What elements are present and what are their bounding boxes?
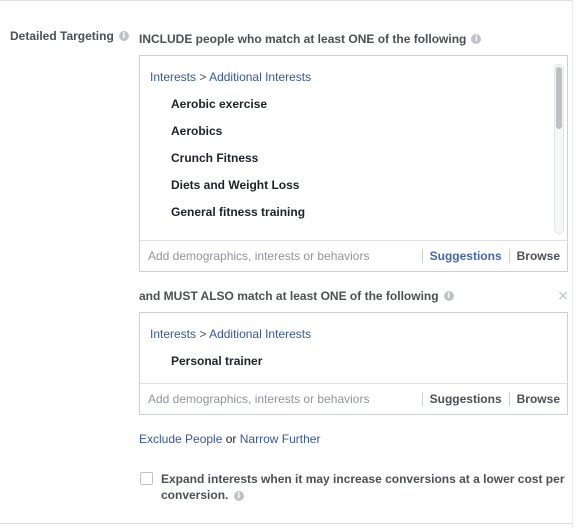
footer-links: Exclude People or Narrow Further: [139, 432, 320, 446]
list-item[interactable]: Aerobic exercise: [171, 97, 267, 111]
detailed-targeting-label: Detailed Targeting i: [10, 29, 129, 43]
include-search-input[interactable]: [140, 242, 422, 270]
include-breadcrumb: Interests > Additional Interests: [150, 70, 311, 84]
list-item[interactable]: Personal trainer: [171, 354, 262, 368]
suggestions-button[interactable]: Suggestions: [423, 392, 509, 406]
narrow-targeting-box: Interests > Additional Interests Persona…: [139, 312, 568, 415]
breadcrumb-interests-link[interactable]: Interests: [150, 70, 196, 84]
expand-interests-text: Expand interests when it may increase co…: [161, 472, 565, 502]
breadcrumb-interests-link[interactable]: Interests: [150, 327, 196, 341]
right-divider: [572, 0, 573, 528]
list-item[interactable]: General fitness training: [171, 205, 305, 219]
list-item[interactable]: Crunch Fitness: [171, 151, 258, 165]
close-icon[interactable]: ×: [556, 289, 570, 303]
info-icon[interactable]: i: [471, 34, 482, 44]
narrow-search-row: Suggestions Browse: [140, 383, 567, 414]
bottom-divider: [0, 523, 572, 524]
list-item[interactable]: Diets and Weight Loss: [171, 178, 299, 192]
expand-interests-checkbox[interactable]: [140, 472, 153, 485]
info-icon[interactable]: i: [443, 291, 454, 301]
or-text: or: [225, 432, 237, 446]
list-item[interactable]: Aerobics: [171, 124, 222, 138]
include-targeting-box: Interests > Additional Interests Aerobic…: [139, 55, 568, 272]
narrow-further-link[interactable]: Narrow Further: [240, 432, 321, 446]
scrollbar-thumb[interactable]: [556, 67, 562, 129]
breadcrumb-separator: >: [199, 327, 207, 341]
breadcrumb-separator: >: [199, 70, 207, 84]
include-search-row: Suggestions Browse: [140, 240, 567, 271]
include-heading: INCLUDE people who match at least ONE of…: [139, 32, 482, 46]
browse-button[interactable]: Browse: [510, 249, 567, 263]
breadcrumb-additional-interests-link[interactable]: Additional Interests: [209, 327, 311, 341]
scrollbar[interactable]: [554, 64, 564, 234]
breadcrumb-additional-interests-link[interactable]: Additional Interests: [209, 70, 311, 84]
narrow-search-input[interactable]: [140, 385, 422, 413]
exclude-people-link[interactable]: Exclude People: [139, 432, 222, 446]
narrow-breadcrumb: Interests > Additional Interests: [150, 327, 311, 341]
top-divider: [0, 0, 572, 1]
include-interest-list: Interests > Additional Interests Aerobic…: [140, 56, 567, 241]
narrow-heading: and MUST ALSO match at least ONE of the …: [139, 289, 454, 303]
narrow-heading-text: and MUST ALSO match at least ONE of the …: [139, 289, 439, 303]
browse-button[interactable]: Browse: [510, 392, 567, 406]
info-icon[interactable]: i: [233, 490, 244, 501]
section-title: Detailed Targeting: [10, 29, 114, 43]
suggestions-button[interactable]: Suggestions: [423, 249, 509, 263]
info-icon[interactable]: i: [118, 31, 129, 41]
expand-interests-label: Expand interests when it may increase co…: [161, 471, 571, 503]
include-heading-text: INCLUDE people who match at least ONE of…: [139, 32, 467, 46]
narrow-interest-list: Interests > Additional Interests Persona…: [140, 313, 567, 384]
